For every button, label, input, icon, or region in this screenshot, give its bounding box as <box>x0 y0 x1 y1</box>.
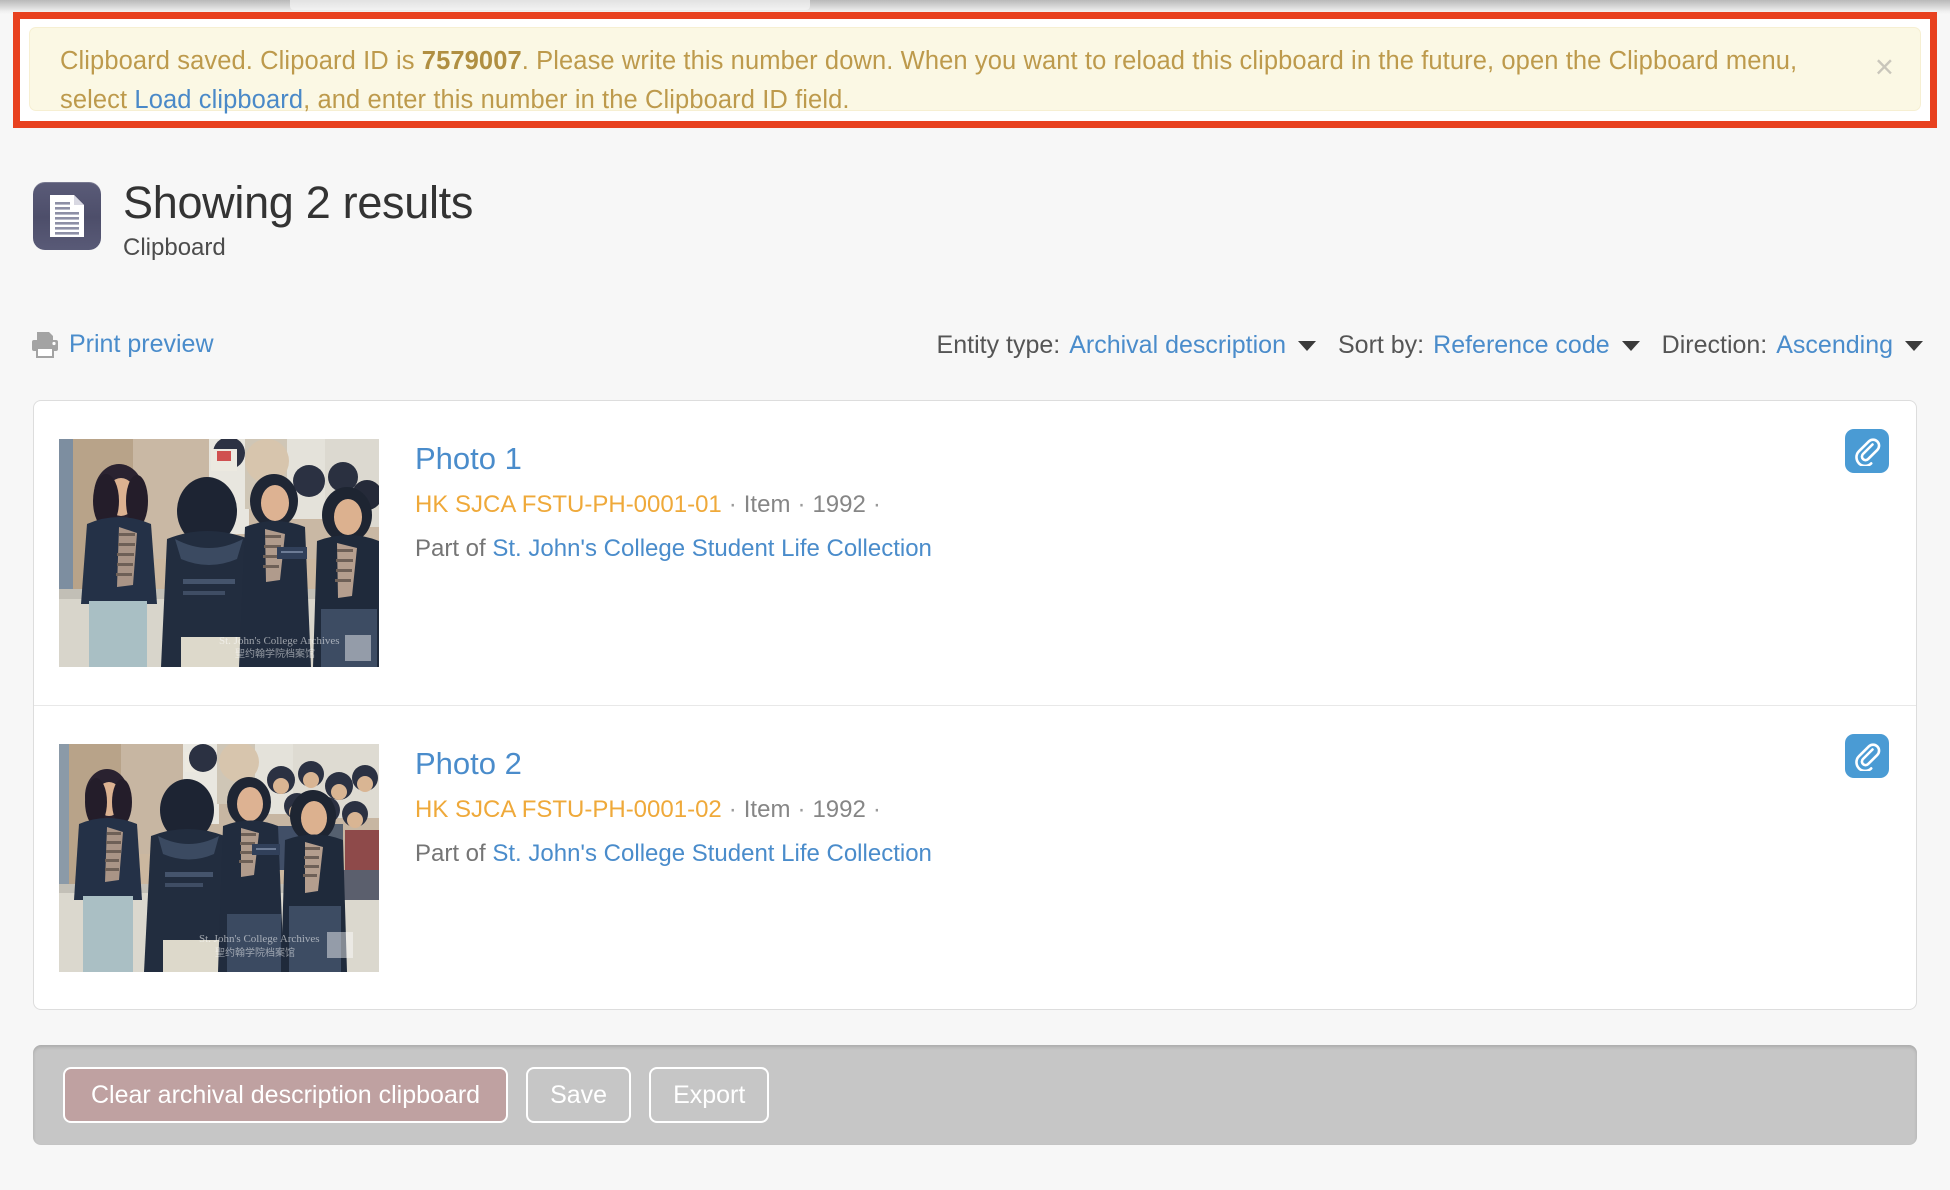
print-preview-label: Print preview <box>69 330 214 359</box>
result-part-of: Part of St. John's College Student Life … <box>415 837 932 871</box>
sort-by-chevron-down-icon[interactable] <box>1622 341 1640 351</box>
level-of-description: Item <box>744 796 791 823</box>
sort-by-label: Sort by: <box>1338 331 1424 360</box>
export-button[interactable]: Export <box>649 1067 769 1123</box>
alert-text-tail: , and enter this number in the Clipboard… <box>303 86 849 114</box>
separator-dot: · <box>729 491 737 518</box>
direction-chevron-down-icon[interactable] <box>1905 341 1923 351</box>
part-of-label: Part of <box>415 535 492 562</box>
paperclip-icon[interactable] <box>1845 429 1889 473</box>
result-part-of: Part of St. John's College Student Life … <box>415 532 932 566</box>
part-of-label: Part of <box>415 840 492 867</box>
sort-controls: Entity type: Archival description Sort b… <box>937 331 1923 360</box>
svg-text:聖约翰学院档案馆: 聖约翰学院档案馆 <box>235 647 315 660</box>
clipboard-saved-alert: Clipboard saved. Clipoard ID is 7579007.… <box>29 27 1921 111</box>
separator-dot: · <box>873 491 881 518</box>
table-row: St. John's College Archives 聖约翰学院档案馆 Pho… <box>34 401 1916 705</box>
results-list: St. John's College Archives 聖约翰学院档案馆 Pho… <box>33 400 1917 1010</box>
page-heading: Showing 2 results Clipboard <box>33 178 473 262</box>
results-toolbar: Print preview Entity type: Archival desc… <box>0 330 1950 370</box>
clear-clipboard-button[interactable]: Clear archival description clipboard <box>63 1067 508 1123</box>
part-of-link[interactable]: St. John's College Student Life Collecti… <box>492 840 932 867</box>
sort-by-value[interactable]: Reference code <box>1433 331 1610 360</box>
result-metadata: HK SJCA FSTU-PH-0001-02·Item·1992· <box>415 793 932 827</box>
page-subtitle: Clipboard <box>123 234 473 262</box>
result-metadata: HK SJCA FSTU-PH-0001-01·Item·1992· <box>415 488 932 522</box>
result-title-link[interactable]: Photo 2 <box>415 746 932 782</box>
result-thumbnail[interactable]: St. John's College Archives 聖约翰学院档案馆 <box>59 744 379 972</box>
reference-code: HK SJCA FSTU-PH-0001-01 <box>415 491 722 518</box>
entity-type-label: Entity type: <box>937 331 1061 360</box>
document-icon <box>33 182 101 250</box>
entity-type-value[interactable]: Archival description <box>1069 331 1286 360</box>
direction-value[interactable]: Ascending <box>1776 331 1893 360</box>
alert-highlight-outline: Clipboard saved. Clipoard ID is 7579007.… <box>13 12 1937 128</box>
direction-label: Direction: <box>1662 331 1768 360</box>
page-title: Showing 2 results <box>123 178 473 228</box>
result-date: 1992 <box>812 491 865 518</box>
alert-text-before-id: Clipboard saved. Clipoard ID is <box>60 47 422 75</box>
table-row: St. John's College Archives 聖约翰学院档案馆 Pho… <box>34 705 1916 1009</box>
paperclip-icon[interactable] <box>1845 734 1889 778</box>
clipboard-actions-bar: Clear archival description clipboard Sav… <box>33 1045 1917 1145</box>
separator-dot: · <box>797 796 805 823</box>
separator-dot: · <box>729 796 737 823</box>
alert-message: Clipboard saved. Clipoard ID is 7579007.… <box>60 42 1800 120</box>
part-of-link[interactable]: St. John's College Student Life Collecti… <box>492 535 932 562</box>
clipboard-id-value: 7579007 <box>422 47 522 75</box>
entity-type-chevron-down-icon[interactable] <box>1298 341 1316 351</box>
browser-tab-hint <box>290 0 810 10</box>
separator-dot: · <box>873 796 881 823</box>
svg-text:St. John's College Archives: St. John's College Archives <box>199 933 320 945</box>
result-date: 1992 <box>812 796 865 823</box>
separator-dot: · <box>797 491 805 518</box>
reference-code: HK SJCA FSTU-PH-0001-02 <box>415 796 722 823</box>
print-preview-button[interactable]: Print preview <box>30 330 214 359</box>
svg-text:聖约翰学院档案馆: 聖约翰学院档案馆 <box>215 946 295 959</box>
level-of-description: Item <box>744 491 791 518</box>
printer-icon <box>30 331 60 359</box>
save-button[interactable]: Save <box>526 1067 631 1123</box>
close-icon[interactable]: × <box>1875 50 1894 83</box>
result-thumbnail[interactable]: St. John's College Archives 聖约翰学院档案馆 <box>59 439 379 667</box>
result-title-link[interactable]: Photo 1 <box>415 441 932 477</box>
load-clipboard-link[interactable]: Load clipboard <box>134 86 303 114</box>
svg-text:St. John's College Archives: St. John's College Archives <box>219 635 340 647</box>
